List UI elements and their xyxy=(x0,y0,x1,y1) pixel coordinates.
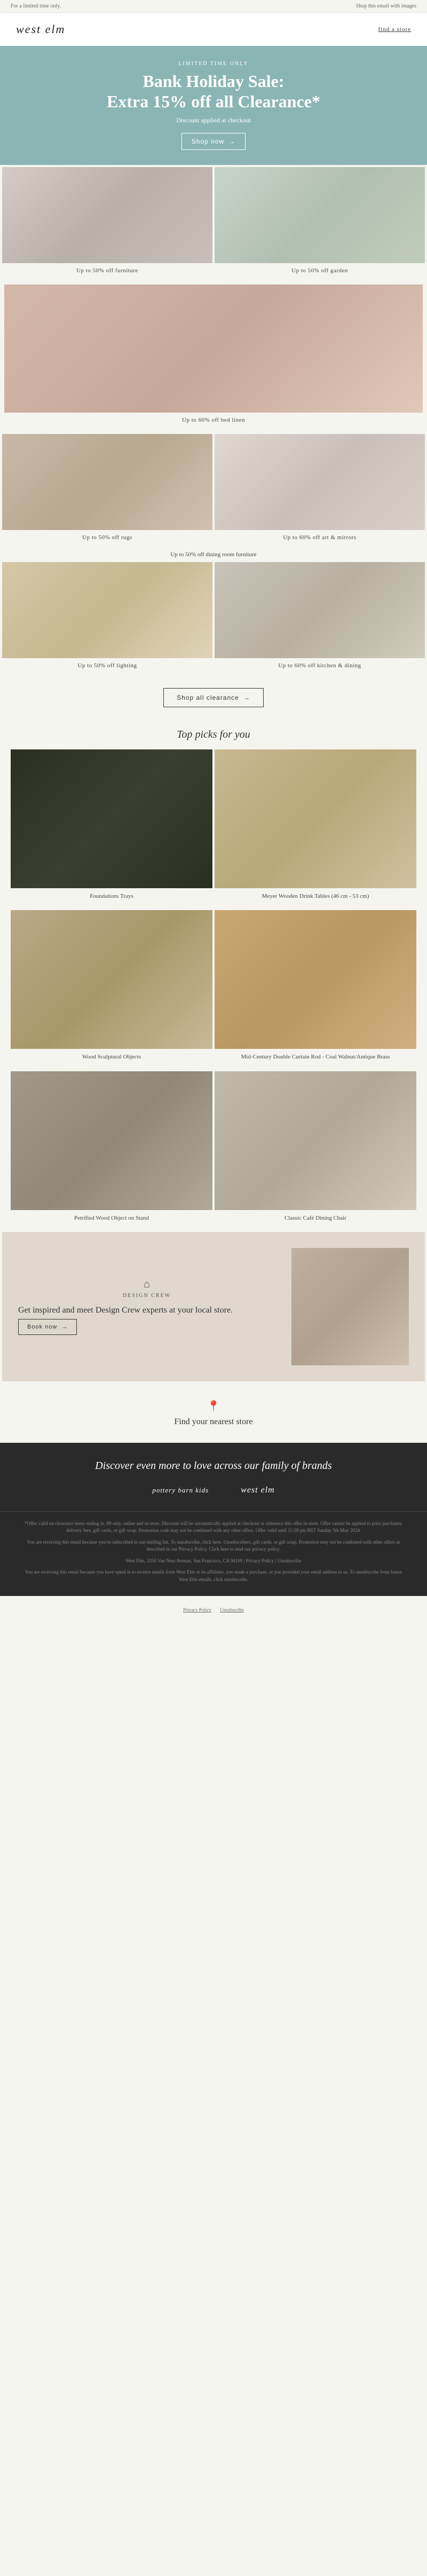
top-bar-left: For a limited time only. xyxy=(11,3,61,9)
curtain-caption: Mid-Century Double Curtain Rod - Coal Wa… xyxy=(239,1049,392,1069)
design-crew-text: ⌂ DESIGN CREW Get inspired and meet Desi… xyxy=(18,1278,275,1336)
footer-links: Privacy Policy Unsubscribe xyxy=(0,1596,427,1623)
meyer-image xyxy=(215,749,416,888)
garden-image xyxy=(215,167,425,263)
cafe-chair-image xyxy=(215,1071,416,1210)
pick-item-cafe-chair[interactable]: Classic Café Dining Chair xyxy=(215,1071,416,1230)
bedlinen-caption: Up to 60% off bed linen xyxy=(182,413,245,430)
legal-text-1: *Offer valid on clearance items ending i… xyxy=(21,1520,406,1535)
wood-sculpt-image xyxy=(11,910,212,1049)
find-store-link[interactable]: find a store xyxy=(378,26,411,33)
garden-item[interactable]: Up to 50% off garden xyxy=(215,167,425,280)
rugs-image xyxy=(2,434,212,530)
meyer-caption: Meyer Wooden Drink Tables (46 cm - 53 cm… xyxy=(260,888,371,908)
foundations-caption: Foundations Trays xyxy=(88,888,136,908)
pick-item-foundations[interactable]: Foundations Trays xyxy=(11,749,212,908)
banner-arrow-icon: → xyxy=(228,138,235,145)
picks-grid: Foundations Trays Meyer Wooden Drink Tab… xyxy=(11,749,416,1230)
promo-banner: LIMITED TIME ONLY Bank Holiday Sale:Extr… xyxy=(0,46,427,165)
design-crew-section: ⌂ DESIGN CREW Get inspired and meet Desi… xyxy=(2,1232,425,1381)
legal-text-3: West Elm, 3250 Van Ness Avenue, San Fran… xyxy=(21,1558,406,1565)
legal-text-4: You are receiving this email because you… xyxy=(21,1569,406,1583)
dc-logo: ⌂ DESIGN CREW xyxy=(18,1278,275,1299)
kitchen-dining-item[interactable]: Up to 60% off kitchen & dining xyxy=(215,562,425,675)
dc-logo-text: DESIGN CREW xyxy=(123,1293,171,1299)
shop-all-label: Shop all clearance xyxy=(177,694,239,701)
top-picks-section: Top picks for you Foundations Trays Meye… xyxy=(0,718,427,1230)
pick-item-curtain[interactable]: Mid-Century Double Curtain Rod - Coal Wa… xyxy=(215,910,416,1069)
banner-title: Bank Holiday Sale:Extra 15% off all Clea… xyxy=(11,71,416,112)
brand-pottery-barn-kids[interactable]: pottery barn kids xyxy=(152,1486,209,1495)
shop-all-button[interactable]: Shop all clearance → xyxy=(163,688,264,707)
pick-item-wood-sculpt[interactable]: Wood Sculptural Objects xyxy=(11,910,212,1069)
lighting-image xyxy=(2,562,212,658)
petrified-image xyxy=(11,1071,212,1210)
lighting-caption: Up to 50% off lighting xyxy=(77,658,137,675)
dc-arrow-icon: → xyxy=(61,1324,68,1330)
foundations-image xyxy=(11,749,212,888)
rugs-art-section: Up to 50% off rugs Up to 60% off art & m… xyxy=(0,432,427,549)
dining-label: Up to 50% off dining room furniture xyxy=(0,549,427,560)
shop-all-section: Shop all clearance → xyxy=(0,677,427,718)
discover-brands-section: Discover even more to love across our fa… xyxy=(0,1443,427,1511)
pick-item-petrified[interactable]: Petrified Wood Object on Stand xyxy=(11,1071,212,1230)
brands-row: pottery barn kids west elm xyxy=(21,1485,406,1495)
banner-limited-text: LIMITED TIME ONLY xyxy=(11,61,416,67)
pick-item-meyer[interactable]: Meyer Wooden Drink Tables (46 cm - 53 cm… xyxy=(215,749,416,908)
banner-subtitle: Discount applied at checkout xyxy=(11,116,416,124)
furniture-image xyxy=(2,167,212,263)
kitchen-dining-image xyxy=(215,562,425,658)
footer-privacy-link[interactable]: Privacy Policy xyxy=(183,1607,211,1613)
kitchen-dining-caption: Up to 60% off kitchen & dining xyxy=(278,658,361,675)
lighting-item[interactable]: Up to 50% off lighting xyxy=(2,562,212,675)
location-icon: 📍 xyxy=(11,1400,416,1413)
curtain-image xyxy=(215,910,416,1049)
bedlinen-image xyxy=(4,285,423,413)
design-crew-book-button[interactable]: Book now → xyxy=(18,1319,77,1335)
find-store-title: Find your nearest store xyxy=(11,1417,416,1427)
wood-sculpt-caption: Wood Sculptural Objects xyxy=(80,1049,143,1069)
banner-cta-button[interactable]: Shop now → xyxy=(181,133,246,150)
dc-house-icon: ⌂ xyxy=(144,1278,150,1291)
discover-title: Discover even more to love across our fa… xyxy=(21,1459,406,1473)
banner-cta-label: Shop now xyxy=(192,138,224,145)
cafe-chair-caption: Classic Café Dining Chair xyxy=(282,1210,349,1230)
shop-all-arrow-icon: → xyxy=(243,694,250,701)
legal-section: *Offer valid on clearance items ending i… xyxy=(0,1511,427,1597)
rugs-caption: Up to 50% off rugs xyxy=(82,530,132,547)
dc-title: Get inspired and meet Design Crew expert… xyxy=(18,1305,275,1316)
footer-unsubscribe-link[interactable]: Unsubscribe xyxy=(220,1607,244,1613)
logo: west elm xyxy=(16,22,65,36)
top-bar-right: Shop this email with images xyxy=(356,3,416,9)
legal-text-2: You are receiving this email because you… xyxy=(21,1539,406,1553)
petrified-caption: Petrified Wood Object on Stand xyxy=(72,1210,151,1230)
header: west elm find a store xyxy=(0,13,427,46)
find-nearest-store-section: 📍 Find your nearest store xyxy=(0,1384,427,1443)
art-caption: Up to 60% off art & mirrors xyxy=(283,530,356,547)
furniture-caption: Up to 50% off furniture xyxy=(76,263,138,280)
bedlinen-section[interactable]: Up to 60% off bed linen xyxy=(0,282,427,432)
furniture-garden-section: Up to 50% off furniture Up to 50% off ga… xyxy=(0,165,427,282)
top-bar: For a limited time only. Shop this email… xyxy=(0,0,427,13)
garden-caption: Up to 50% off garden xyxy=(291,263,348,280)
design-crew-image xyxy=(291,1248,409,1365)
rugs-item[interactable]: Up to 50% off rugs xyxy=(2,434,212,547)
art-image xyxy=(215,434,425,530)
art-item[interactable]: Up to 60% off art & mirrors xyxy=(215,434,425,547)
furniture-item[interactable]: Up to 50% off furniture xyxy=(2,167,212,280)
brand-west-elm[interactable]: west elm xyxy=(241,1485,275,1495)
lighting-dining-section: Up to 50% off lighting Up to 60% off kit… xyxy=(0,560,427,677)
top-picks-title: Top picks for you xyxy=(11,729,416,741)
dc-btn-label: Book now xyxy=(27,1324,57,1330)
